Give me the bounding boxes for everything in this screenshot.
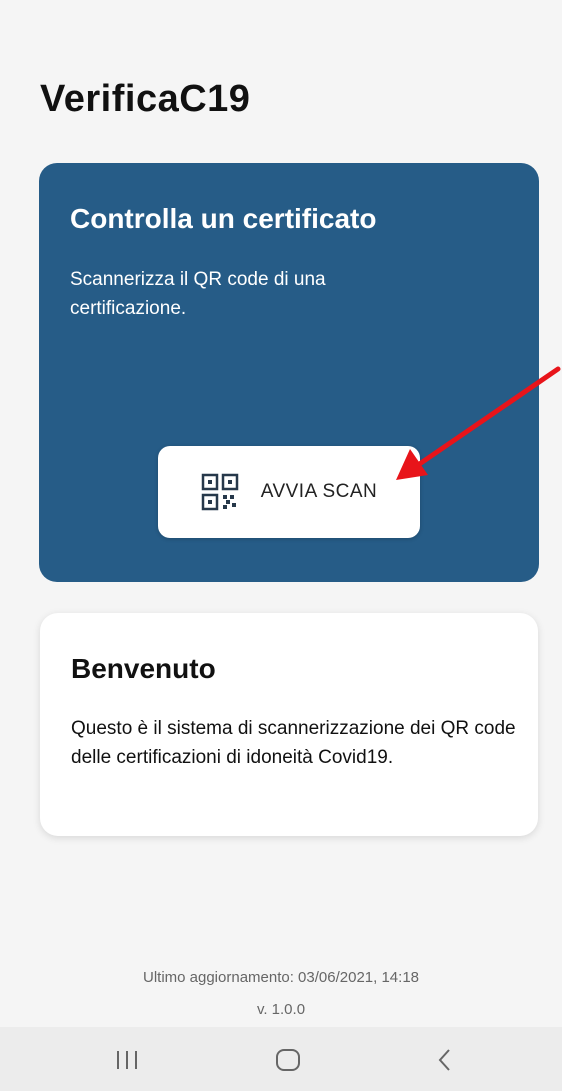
version-text: v. 1.0.0 (256, 1001, 306, 1018)
scan-card-title: Controlla un certificato (70, 203, 377, 234)
start-scan-button-label: AVVIA SCAN (260, 481, 378, 502)
recent-apps-icon[interactable] (107, 1045, 147, 1075)
qr-code-icon (201, 473, 239, 511)
system-navigation-bar (0, 1027, 562, 1091)
red-arrow-icon (396, 366, 561, 480)
back-icon[interactable] (425, 1045, 465, 1075)
welcome-card: Benvenuto Questo è il sistema di scanner… (40, 613, 538, 836)
scan-card-description: Scannerizza il QR code di una certificaz… (70, 269, 326, 319)
welcome-card-description: Questo è il sistema di scannerizzazione … (71, 718, 516, 768)
welcome-card-title: Benvenuto (71, 653, 216, 684)
home-icon[interactable] (268, 1045, 308, 1075)
last-update-text: Ultimo aggiornamento: 03/06/2021, 14:18 (142, 969, 420, 986)
app-title: VerificaC19 (40, 78, 251, 120)
